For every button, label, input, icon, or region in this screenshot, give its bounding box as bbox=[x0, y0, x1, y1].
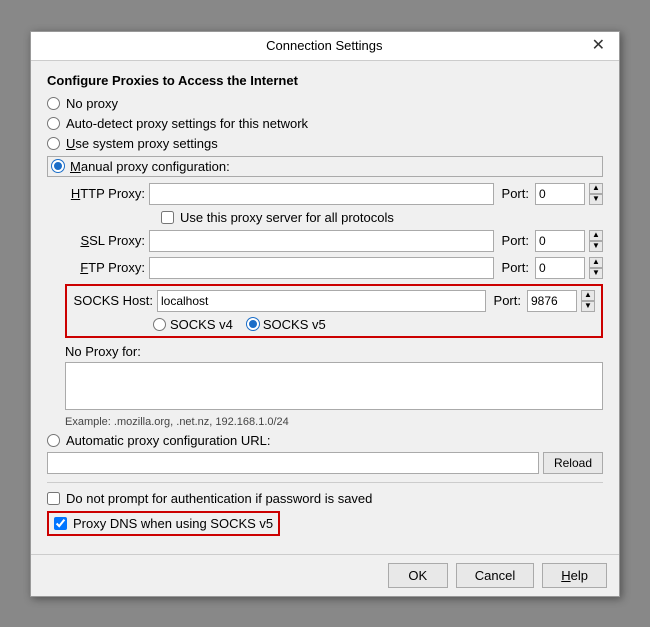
socks-host-input[interactable] bbox=[157, 290, 486, 312]
no-auth-checkbox[interactable] bbox=[47, 492, 60, 505]
help-button[interactable]: Help bbox=[542, 563, 607, 588]
auto-proxy-row: Automatic proxy configuration URL: bbox=[47, 433, 603, 448]
ssl-port-down[interactable]: ▼ bbox=[589, 241, 603, 252]
http-proxy-input[interactable] bbox=[149, 183, 494, 205]
ssl-proxy-input[interactable] bbox=[149, 230, 494, 252]
titlebar: Connection Settings ✕ bbox=[31, 32, 619, 61]
socks-port-input[interactable] bbox=[527, 290, 577, 312]
socks-port-down[interactable]: ▼ bbox=[581, 301, 595, 312]
use-for-all-checkbox[interactable] bbox=[161, 211, 174, 224]
auto-detect-label: Auto-detect proxy settings for this netw… bbox=[66, 116, 308, 131]
auto-detect-radio[interactable] bbox=[47, 117, 60, 130]
manual-proxy-row: Manual proxy configuration: bbox=[47, 156, 603, 177]
divider bbox=[47, 482, 603, 483]
ftp-port-label: Port: bbox=[502, 260, 529, 275]
socks-v5-label: SOCKS v5 bbox=[263, 317, 326, 332]
ssl-proxy-field-row: SSL Proxy: Port: ▲ ▼ bbox=[65, 230, 603, 252]
socks-version-row: SOCKS v4 SOCKS v5 bbox=[153, 317, 595, 332]
no-proxy-for-input[interactable] bbox=[65, 362, 603, 410]
dialog-content: Configure Proxies to Access the Internet… bbox=[31, 61, 619, 554]
use-for-all-row: Use this proxy server for all protocols bbox=[161, 210, 603, 225]
http-proxy-label: HTTP Proxy: bbox=[65, 186, 145, 201]
use-system-radio[interactable] bbox=[47, 137, 60, 150]
socks-v4-radio[interactable] bbox=[153, 318, 166, 331]
manual-proxy-label: Manual proxy configuration: bbox=[70, 159, 230, 174]
ssl-port-spinner: ▲ ▼ bbox=[589, 230, 603, 252]
cancel-button[interactable]: Cancel bbox=[456, 563, 534, 588]
socks-v4-label: SOCKS v4 bbox=[170, 317, 233, 332]
ok-button[interactable]: OK bbox=[388, 563, 448, 588]
reload-button[interactable]: Reload bbox=[543, 452, 603, 474]
manual-radio-indicator bbox=[52, 160, 64, 172]
http-port-spinner: ▲ ▼ bbox=[589, 183, 603, 205]
no-proxy-for-section: No Proxy for: Example: .mozilla.org, .ne… bbox=[65, 344, 603, 428]
http-port-down[interactable]: ▼ bbox=[589, 194, 603, 205]
ftp-port-up[interactable]: ▲ bbox=[589, 257, 603, 268]
section-heading: Configure Proxies to Access the Internet bbox=[47, 73, 603, 88]
socks-v5-indicator bbox=[247, 318, 259, 330]
no-proxy-row: No proxy bbox=[47, 96, 603, 111]
http-port-up[interactable]: ▲ bbox=[589, 183, 603, 194]
http-port-input[interactable] bbox=[535, 183, 585, 205]
proxy-dns-checkbox[interactable] bbox=[54, 517, 67, 530]
ftp-proxy-field-row: FTP Proxy: Port: ▲ ▼ bbox=[65, 257, 603, 279]
auto-proxy-input-row: Reload bbox=[47, 452, 603, 474]
example-text: Example: .mozilla.org, .net.nz, 192.168.… bbox=[65, 416, 603, 428]
dialog-buttons: OK Cancel Help bbox=[31, 554, 619, 596]
ftp-port-spinner: ▲ ▼ bbox=[589, 257, 603, 279]
no-auth-label: Do not prompt for authentication if pass… bbox=[66, 491, 372, 506]
close-button[interactable]: ✕ bbox=[588, 38, 609, 54]
dialog-title: Connection Settings bbox=[61, 38, 588, 53]
use-system-label: UUse system proxy settingsse system prox… bbox=[66, 136, 218, 151]
auto-proxy-radio[interactable] bbox=[47, 434, 60, 447]
no-proxy-radio[interactable] bbox=[47, 97, 60, 110]
socks-host-label: SOCKS Host: bbox=[73, 293, 153, 308]
no-auth-prompt-row: Do not prompt for authentication if pass… bbox=[47, 491, 603, 506]
proxy-fields: HTTP Proxy: Port: ▲ ▼ Use this proxy ser… bbox=[65, 183, 603, 428]
auto-detect-row: Auto-detect proxy settings for this netw… bbox=[47, 116, 603, 131]
auto-proxy-label: Automatic proxy configuration URL: bbox=[66, 433, 270, 448]
no-proxy-label: No proxy bbox=[66, 96, 118, 111]
proxy-dns-label: Proxy DNS when using SOCKS v5 bbox=[73, 516, 273, 531]
use-for-all-label: Use this proxy server for all protocols bbox=[180, 210, 394, 225]
socks-port-label: Port: bbox=[494, 293, 521, 308]
ftp-proxy-input[interactable] bbox=[149, 257, 494, 279]
ftp-proxy-label: FTP Proxy: bbox=[65, 260, 145, 275]
socks-port-spinner: ▲ ▼ bbox=[581, 290, 595, 312]
ftp-port-down[interactable]: ▼ bbox=[589, 268, 603, 279]
ssl-port-up[interactable]: ▲ bbox=[589, 230, 603, 241]
proxy-dns-row: Proxy DNS when using SOCKS v5 bbox=[47, 511, 280, 536]
ssl-port-input[interactable] bbox=[535, 230, 585, 252]
socks-port-up[interactable]: ▲ bbox=[581, 290, 595, 301]
ssl-proxy-label: SSL Proxy: bbox=[65, 233, 145, 248]
http-port-label: Port: bbox=[502, 186, 529, 201]
http-proxy-field-row: HTTP Proxy: Port: ▲ ▼ bbox=[65, 183, 603, 205]
connection-settings-dialog: Connection Settings ✕ Configure Proxies … bbox=[30, 31, 620, 597]
ftp-port-input[interactable] bbox=[535, 257, 585, 279]
ssl-port-label: Port: bbox=[502, 233, 529, 248]
no-proxy-for-label: No Proxy for: bbox=[65, 344, 603, 359]
auto-proxy-url-input[interactable] bbox=[47, 452, 539, 474]
socks-host-box: SOCKS Host: Port: ▲ ▼ SOCKS v4 SOCKS v5 bbox=[65, 284, 603, 338]
socks-host-field-row: SOCKS Host: Port: ▲ ▼ bbox=[73, 290, 595, 312]
use-system-row: UUse system proxy settingsse system prox… bbox=[47, 136, 603, 151]
